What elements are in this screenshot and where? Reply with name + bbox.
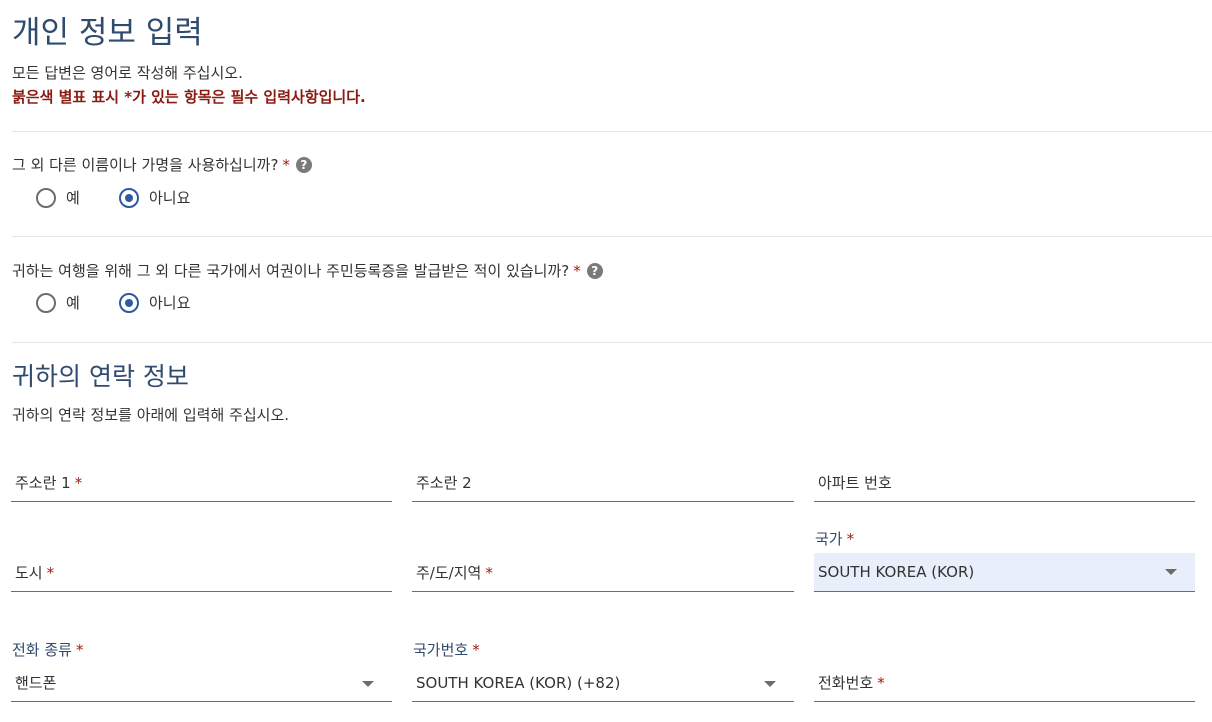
phone-type-value: 핸드폰 [15,674,57,692]
question-label: 귀하는 여행을 위해 그 외 다른 국가에서 여권이나 주민등록증을 발급받은 … [12,262,570,280]
section-description: 귀하의 연락 정보를 아래에 입력해 주십시오. [12,406,290,424]
phone-number-field[interactable]: 전화번호 * [814,666,1195,702]
radio-button-icon[interactable] [36,187,56,208]
radio-label: 아니요 [149,294,191,312]
phone-type-select[interactable]: 핸드폰 [11,666,392,702]
question-other-passport: 귀하는 여행을 위해 그 외 다른 국가에서 여권이나 주민등록증을 발급받은 … [12,261,603,281]
page-title: 개인 정보 입력 [12,15,203,51]
chevron-down-icon[interactable] [1165,569,1177,575]
field-placeholder: 주소란 1 * [15,474,83,492]
divider [12,342,1212,343]
help-icon[interactable]: ? [586,263,603,279]
country-code-value: SOUTH KOREA (KOR) (+82) [416,674,621,692]
apartment-number-field[interactable]: 아파트 번호 [814,466,1195,502]
address-line2-field[interactable]: 주소란 2 [412,466,794,502]
field-placeholder: 주/도/지역 * [416,564,493,582]
radio-other-passport-no[interactable]: 아니요 [119,292,190,313]
radio-button-selected-icon[interactable] [119,292,139,313]
field-placeholder: 전화번호 * [818,674,885,692]
question-other-names: 그 외 다른 이름이나 가명을 사용하십니까? *? [12,155,312,175]
radio-other-names-no[interactable]: 아니요 [119,187,190,208]
divider [12,236,1212,237]
phone-type-label: 전화 종류 * [12,641,84,659]
chevron-down-icon[interactable] [764,681,776,687]
radio-other-passport-yes[interactable]: 예 [36,292,80,313]
radio-label: 아니요 [149,189,191,207]
state-field[interactable]: 주/도/지역 * [412,556,794,592]
question-label: 그 외 다른 이름이나 가명을 사용하십니까? [12,156,279,174]
field-placeholder: 주소란 2 [416,474,472,492]
radio-button-selected-icon[interactable] [119,187,139,208]
city-field[interactable]: 도시 * [11,556,392,592]
field-placeholder: 아파트 번호 [818,474,892,492]
field-placeholder: 도시 * [15,564,55,582]
country-code-select[interactable]: SOUTH KOREA (KOR) (+82) [412,666,794,702]
required-asterisk: * [282,156,290,174]
country-value: SOUTH KOREA (KOR) [818,563,975,581]
help-icon[interactable]: ? [295,157,312,173]
country-label: 국가 * [815,530,855,548]
section-title-contact: 귀하의 연락 정보 [12,362,189,391]
radio-other-names-yes[interactable]: 예 [36,187,80,208]
radio-label: 예 [66,294,80,312]
divider [12,131,1212,132]
country-select[interactable]: SOUTH KOREA (KOR) [814,553,1195,592]
radio-label: 예 [66,189,80,207]
required-note: 붉은색 별표 표시 *가 있는 항목은 필수 입력사항입니다. [12,88,366,106]
radio-button-icon[interactable] [36,292,56,313]
country-code-label: 국가번호 * [413,641,480,659]
required-asterisk: * [573,262,581,280]
address-line1-field[interactable]: 주소란 1 * [11,466,392,502]
intro-text: 모든 답변은 영어로 작성해 주십시오. [12,64,243,82]
chevron-down-icon[interactable] [362,681,374,687]
